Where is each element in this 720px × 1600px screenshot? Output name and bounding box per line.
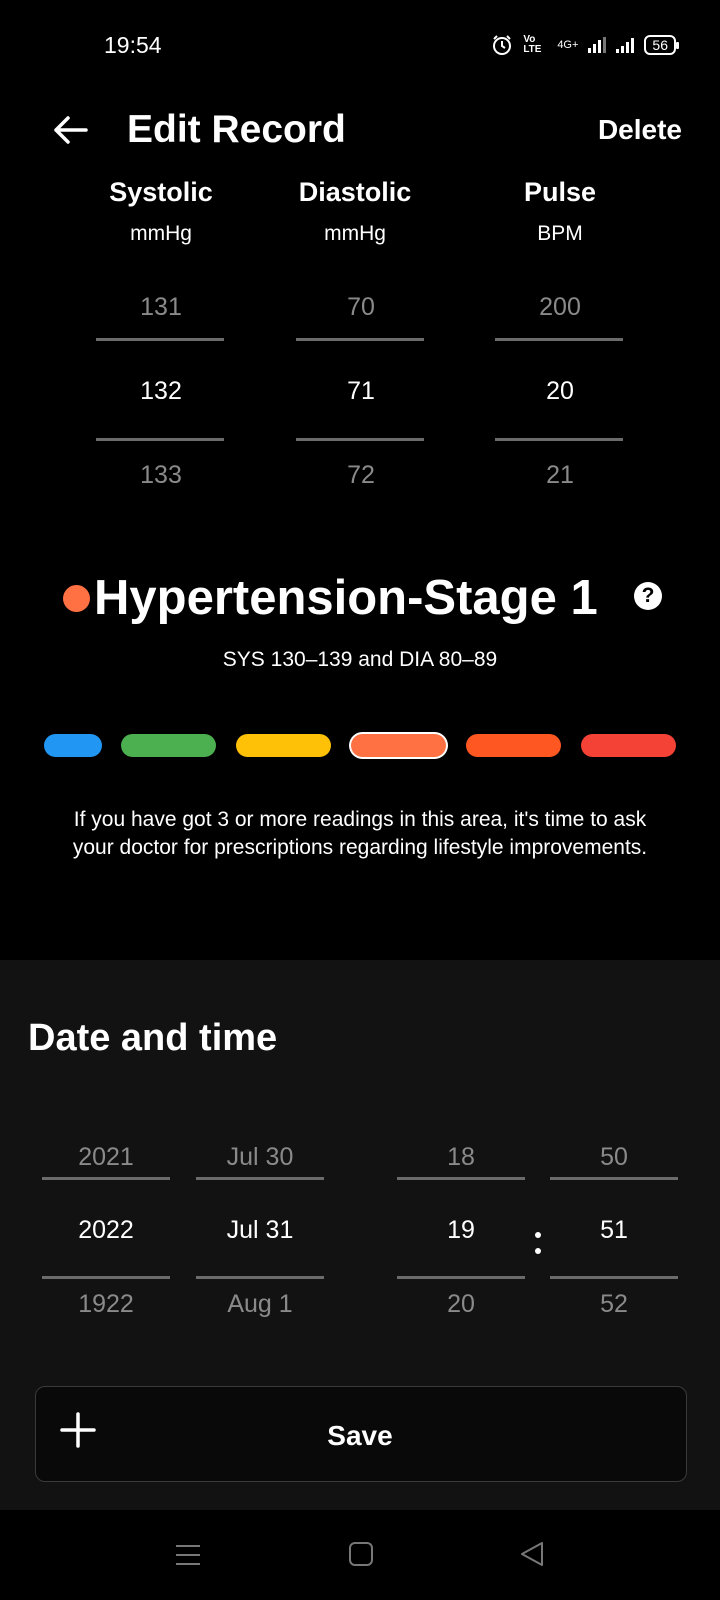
date-time-title: Date and time xyxy=(28,1017,278,1059)
day-next[interactable]: Aug 1 xyxy=(196,1290,324,1319)
signal-icon xyxy=(588,37,607,53)
minute-next[interactable]: 52 xyxy=(550,1290,678,1319)
picker-divider xyxy=(42,1177,170,1180)
pulse-next[interactable]: 21 xyxy=(495,461,625,490)
systolic-value[interactable]: 132 xyxy=(96,377,226,406)
picker-divider xyxy=(495,338,623,341)
systolic-picker[interactable]: Systolic mmHg xyxy=(96,177,226,246)
diastolic-picker[interactable]: Diastolic mmHg xyxy=(290,177,420,246)
diastolic-label: Diastolic xyxy=(298,177,412,207)
diastolic-next[interactable]: 72 xyxy=(296,461,426,490)
minute-prev[interactable]: 50 xyxy=(550,1143,678,1172)
battery-icon: 56 xyxy=(644,35,679,55)
scale-pill xyxy=(351,734,446,757)
picker-divider xyxy=(550,1276,678,1279)
scale-pill xyxy=(466,734,561,757)
volte-indicator: Vo LTE xyxy=(523,34,542,55)
page-title: Edit Record xyxy=(127,108,346,151)
pulse-label: Pulse xyxy=(523,177,597,207)
picker-divider xyxy=(397,1276,525,1279)
picker-divider xyxy=(42,1276,170,1279)
scale-pill xyxy=(121,734,216,757)
menu-icon[interactable] xyxy=(175,1542,201,1568)
picker-divider xyxy=(397,1177,525,1180)
picker-divider xyxy=(296,338,424,341)
save-label[interactable]: Save xyxy=(0,1420,720,1452)
pulse-value[interactable]: 20 xyxy=(495,377,625,406)
stage-range: SYS 130–139 and DIA 80–89 xyxy=(222,648,498,671)
picker-divider xyxy=(196,1177,324,1180)
help-icon[interactable]: ? xyxy=(634,582,662,610)
picker-divider xyxy=(196,1276,324,1279)
alarm-icon xyxy=(493,35,512,55)
picker-divider xyxy=(96,338,224,341)
status-time: 19:54 xyxy=(104,32,162,58)
network-indicator: 4G+ xyxy=(557,39,579,51)
scale-pill xyxy=(581,734,676,757)
pulse-prev[interactable]: 200 xyxy=(495,293,625,322)
minute-value[interactable]: 51 xyxy=(550,1216,678,1245)
picker-divider xyxy=(550,1177,678,1180)
systolic-prev[interactable]: 131 xyxy=(96,293,226,322)
pulse-unit: BPM xyxy=(537,222,583,245)
diastolic-unit: mmHg xyxy=(324,222,386,245)
home-icon[interactable] xyxy=(348,1541,374,1567)
scale-pill xyxy=(236,734,331,757)
year-value[interactable]: 2022 xyxy=(42,1216,170,1245)
scale-pill xyxy=(44,734,102,757)
status-icons: Vo LTE 4G+ 56 xyxy=(491,34,679,56)
stage-advice: If you have got 3 or more readings in th… xyxy=(72,808,648,859)
picker-divider xyxy=(96,438,224,441)
hour-next[interactable]: 20 xyxy=(397,1290,525,1319)
day-value[interactable]: Jul 31 xyxy=(196,1216,324,1245)
day-prev[interactable]: Jul 30 xyxy=(196,1143,324,1172)
picker-divider xyxy=(296,438,424,441)
diastolic-prev[interactable]: 70 xyxy=(296,293,426,322)
diastolic-value[interactable]: 71 xyxy=(296,377,426,406)
back-arrow-icon[interactable] xyxy=(50,110,90,150)
year-next[interactable]: 1922 xyxy=(42,1290,170,1319)
stage-title: Hypertension-Stage 1 xyxy=(94,571,598,625)
signal-icon xyxy=(616,37,635,53)
time-separator xyxy=(535,1222,541,1264)
back-icon[interactable] xyxy=(519,1541,545,1567)
pulse-picker[interactable]: Pulse BPM xyxy=(495,177,625,246)
hour-prev[interactable]: 18 xyxy=(397,1143,525,1172)
systolic-next[interactable]: 133 xyxy=(96,461,226,490)
systolic-unit: mmHg xyxy=(130,222,192,245)
stage-color-dot xyxy=(63,585,90,612)
picker-divider xyxy=(495,438,623,441)
year-prev[interactable]: 2021 xyxy=(42,1143,170,1172)
hour-value[interactable]: 19 xyxy=(397,1216,525,1245)
systolic-label: Systolic xyxy=(109,177,213,207)
delete-button[interactable]: Delete xyxy=(598,114,682,146)
